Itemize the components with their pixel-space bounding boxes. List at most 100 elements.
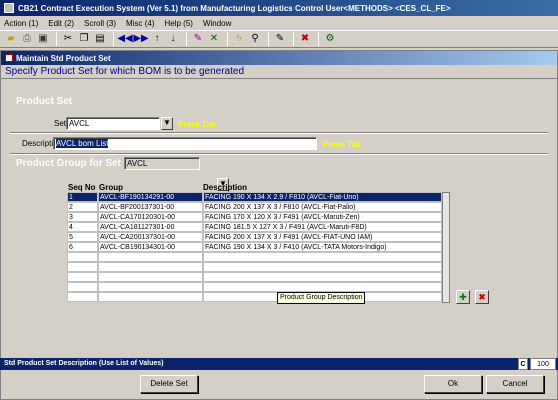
menu-window[interactable]: Window xyxy=(203,19,231,28)
delete-record-icon[interactable]: ✕ xyxy=(207,32,221,46)
tooltip: Product Group Description xyxy=(277,292,366,304)
table-row[interactable]: 3 AVCL-CA170120301-00 FACING 170 X 120 X 3… xyxy=(67,212,442,222)
group-cell[interactable] xyxy=(98,262,203,272)
seq-cell[interactable]: 2 xyxy=(67,202,98,212)
table-row[interactable]: 2 AVCL-BF200137301-00 FACING 200 X 137 X 3… xyxy=(67,202,442,212)
open-folder-icon[interactable]: ▰ xyxy=(4,32,18,46)
toolbar-separator xyxy=(186,32,187,46)
delete-row-icon[interactable]: ✖ xyxy=(475,290,489,304)
description-cell[interactable]: FACING 190 X 134 X 2.9 / F810 (AVCL-Fiat… xyxy=(203,192,442,202)
lov-icon[interactable]: ✎ xyxy=(273,32,287,46)
description-cell[interactable]: FACING 170 X 120 X 3 / F491 (AVCL-Maruti… xyxy=(203,212,442,222)
set-press-tab-hint: Press Tab xyxy=(178,120,216,129)
toolbar-separator xyxy=(227,32,228,46)
table-row[interactable]: 5 AVCL-CA200137301-00 FACING 200 X 137 X 3… xyxy=(67,232,442,242)
grid-scrollbar[interactable] xyxy=(442,192,450,303)
set-lov-button[interactable]: ▼ xyxy=(161,117,173,130)
app-icon xyxy=(4,3,14,13)
column-header-seq: Seq No xyxy=(68,183,96,192)
table-row[interactable] xyxy=(67,262,442,272)
description-cell[interactable]: FACING 200 X 137 X 3 / F491 (AVCL-FIAT-U… xyxy=(203,232,442,242)
help-icon[interactable]: ⚙ xyxy=(323,32,337,46)
cut-icon[interactable]: ✂ xyxy=(61,32,75,46)
previous-record-icon[interactable]: ↑ xyxy=(150,32,164,46)
seq-cell[interactable] xyxy=(67,272,98,282)
menu-edit[interactable]: Edit (2) xyxy=(48,19,74,28)
menu-action[interactable]: Action (1) xyxy=(4,19,38,28)
toolbar-separator xyxy=(318,32,319,46)
group-cell[interactable] xyxy=(98,292,203,302)
toolbar-separator xyxy=(293,32,294,46)
description-cell[interactable]: FACING 200 X 137 X 3 / F810 (AVCL-Fiat-P… xyxy=(203,202,442,212)
description-cell[interactable] xyxy=(203,262,442,272)
table-row[interactable] xyxy=(67,292,442,302)
seq-cell[interactable] xyxy=(67,262,98,272)
form-titlebar: Maintain Std Product Set xyxy=(1,51,557,65)
save-icon[interactable]: ▣ xyxy=(36,32,50,46)
seq-cell[interactable]: 5 xyxy=(67,232,98,242)
seq-cell[interactable] xyxy=(67,282,98,292)
execute-query-icon[interactable]: ϟ xyxy=(232,32,246,46)
ok-button[interactable]: Ok xyxy=(424,375,482,393)
toolbar-separator xyxy=(56,32,57,46)
window-titlebar: CB21 Contract Execution System (Ver 5.1)… xyxy=(0,0,558,16)
menu-misc[interactable]: Misc (4) xyxy=(126,19,154,28)
group-set-display: AVCL xyxy=(124,157,200,170)
description-cell[interactable] xyxy=(203,252,442,262)
toolbar-separator xyxy=(268,32,269,46)
seq-cell[interactable]: 3 xyxy=(67,212,98,222)
first-record-icon[interactable]: ◀◀ xyxy=(117,32,132,46)
print-icon[interactable]: ⎙ xyxy=(20,32,34,46)
group-cell[interactable]: AVCL-CA181127301-00 xyxy=(98,222,203,232)
toolbar-separator xyxy=(113,32,114,46)
copy-icon[interactable]: ❐ xyxy=(77,32,91,46)
seq-cell[interactable]: 4 xyxy=(67,222,98,232)
group-cell[interactable]: AVCL-CA170120301-00 xyxy=(98,212,203,222)
add-row-icon[interactable]: ✚ xyxy=(456,290,470,304)
set-label: Set xyxy=(54,119,67,128)
status-bar: Std Product Set Description (Use List of… xyxy=(0,358,558,370)
group-cell[interactable]: AVCL-BF190134291-00 xyxy=(98,192,203,202)
group-cell[interactable]: AVCL-CB190134301-00 xyxy=(98,242,203,252)
form-hint: Specify Product Set for which BOM is to … xyxy=(1,65,557,79)
seq-cell[interactable] xyxy=(67,252,98,262)
status-mode: C xyxy=(518,358,528,370)
group-cell[interactable] xyxy=(98,252,203,262)
table-row[interactable]: 1 AVCL-BF190134291-00 FACING 190 X 134 X 2… xyxy=(67,192,442,202)
table-row[interactable] xyxy=(67,252,442,262)
divider xyxy=(10,132,548,134)
description-cell[interactable]: FACING 190 X 134 X 3 / F410 (AVCL-TATA M… xyxy=(203,242,442,252)
set-input[interactable]: AVCL xyxy=(66,117,160,130)
insert-record-icon[interactable]: ✎ xyxy=(191,32,205,46)
window-title: CB21 Contract Execution System (Ver 5.1)… xyxy=(18,3,451,13)
table-row[interactable] xyxy=(67,282,442,292)
seq-cell[interactable]: 1 xyxy=(67,192,98,202)
table-row[interactable] xyxy=(67,272,442,282)
seq-cell[interactable]: 6 xyxy=(67,242,98,252)
product-set-section-label: Product Set xyxy=(16,96,73,107)
form-window-icon xyxy=(5,54,13,62)
description-cell[interactable]: FACING 181.5 X 127 X 3 / F491 (AVCL-Maru… xyxy=(203,222,442,232)
group-cell[interactable]: AVCL-BF200137301-00 xyxy=(98,202,203,212)
group-cell[interactable] xyxy=(98,272,203,282)
menubar: Action (1) Edit (2) Scroll (3) Misc (4) … xyxy=(0,16,558,30)
cancel-button[interactable]: Cancel xyxy=(486,375,544,393)
table-row[interactable]: 4 AVCL-CA181127301-00 FACING 181.5 X 127 X… xyxy=(67,222,442,232)
enter-query-icon[interactable]: ⚲ xyxy=(248,32,262,46)
menu-scroll[interactable]: Scroll (3) xyxy=(84,19,116,28)
exit-icon[interactable]: ✖ xyxy=(298,32,312,46)
delete-set-button[interactable]: Delete Set xyxy=(140,375,198,393)
paste-icon[interactable]: ▤ xyxy=(93,32,107,46)
menu-help[interactable]: Help (5) xyxy=(165,19,193,28)
description-press-tab-hint: Press Tab xyxy=(323,140,361,149)
group-cell[interactable]: AVCL-CA200137301-00 xyxy=(98,232,203,242)
description-input[interactable]: AVCL bom List xyxy=(53,137,317,150)
product-group-section-label: Product Group for Set xyxy=(16,158,121,169)
table-row[interactable]: 6 AVCL-CB190134301-00 FACING 190 X 134 X 3… xyxy=(67,242,442,252)
description-cell[interactable] xyxy=(203,272,442,282)
description-cell[interactable] xyxy=(203,282,442,292)
last-record-icon[interactable]: ▶▶ xyxy=(133,32,148,46)
seq-cell[interactable] xyxy=(67,292,98,302)
group-cell[interactable] xyxy=(98,282,203,292)
next-record-icon[interactable]: ↓ xyxy=(166,32,180,46)
